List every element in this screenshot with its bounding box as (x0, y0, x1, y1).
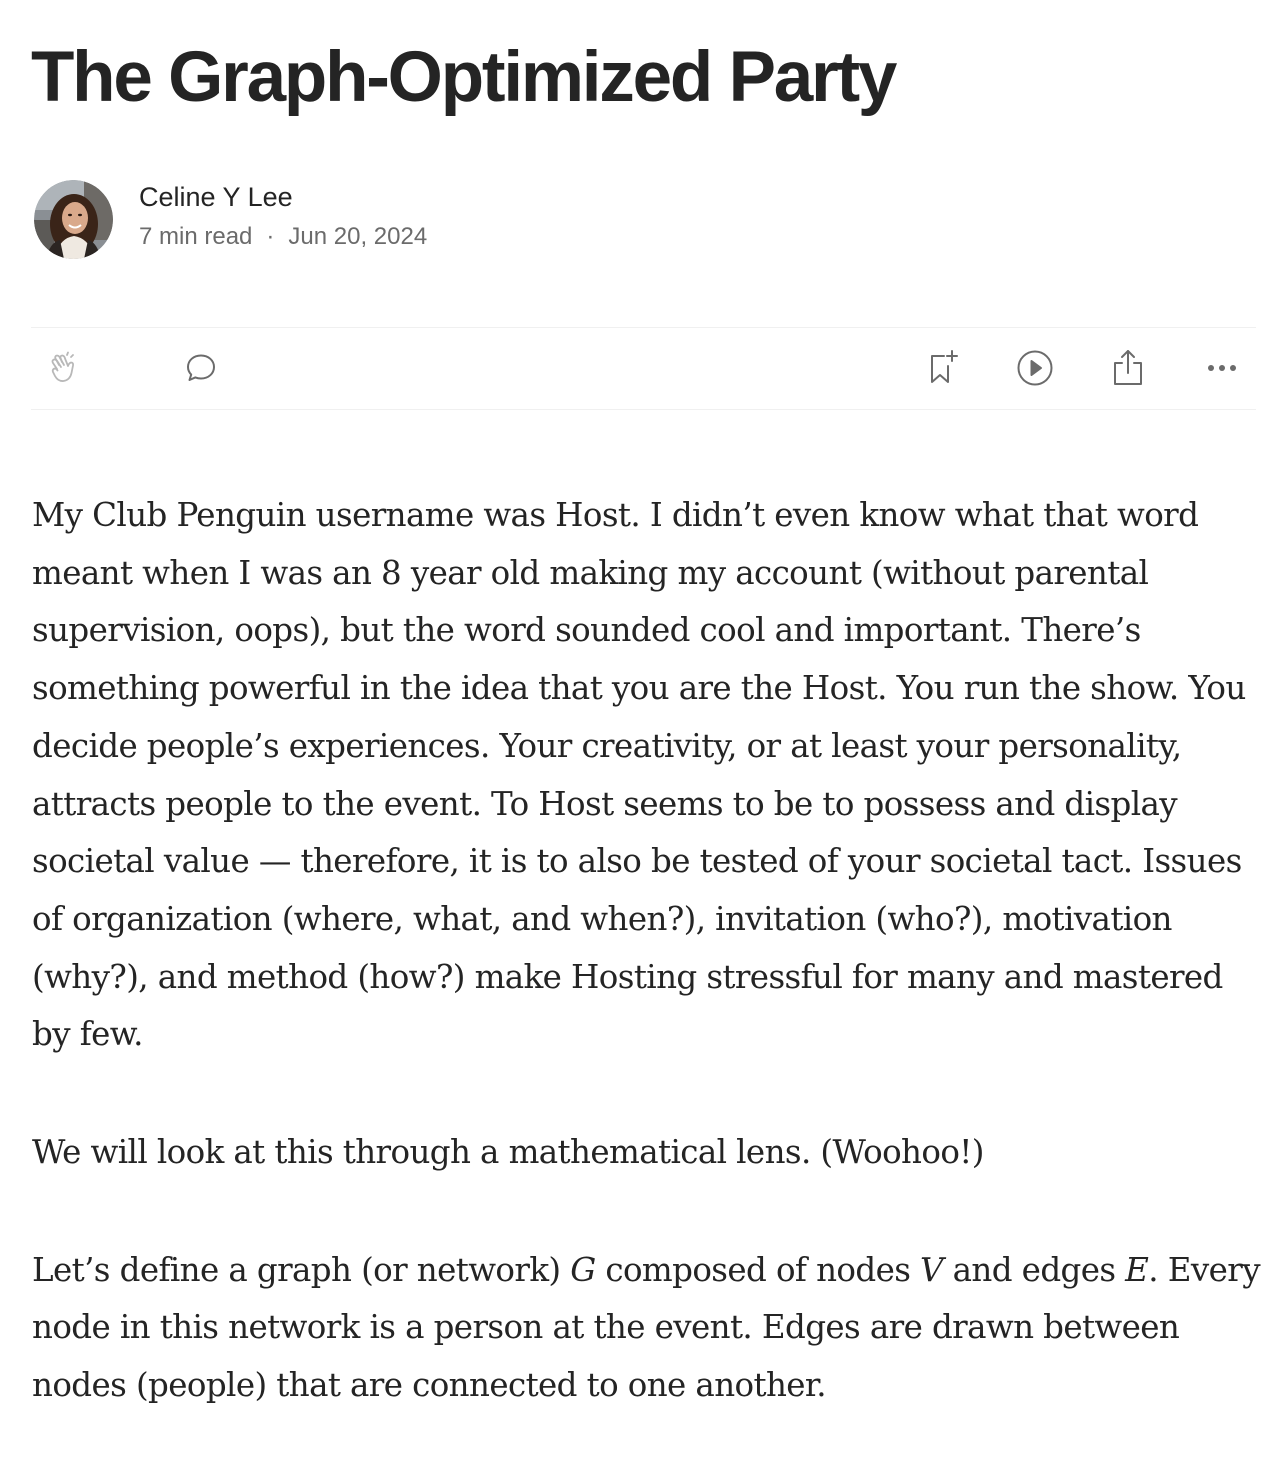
author-avatar[interactable] (34, 180, 113, 259)
clap-icon[interactable] (45, 348, 85, 388)
math-var-v: V (920, 1250, 943, 1289)
comment-icon[interactable] (181, 348, 221, 388)
avatar-portrait (34, 180, 113, 259)
author-name[interactable]: Celine Y Lee (139, 184, 427, 211)
article-meta: 7 min read · Jun 20, 2024 (139, 225, 427, 249)
article-page: The Graph-Optimized Party Celine Y Lee 7… (0, 0, 1282, 1440)
math-var-e: E (1125, 1250, 1149, 1289)
article-title: The Graph-Optimized Party (31, 38, 897, 117)
more-icon[interactable] (1202, 348, 1242, 388)
article-action-bar (31, 327, 1256, 410)
paragraph-3-text-a: Let’s define a graph (or network) (32, 1250, 571, 1289)
meta-separator: · (266, 223, 275, 250)
byline-text: Celine Y Lee 7 min read · Jun 20, 2024 (139, 184, 427, 249)
paragraph-3-text-c: and edges (942, 1250, 1126, 1289)
math-var-g: G (570, 1250, 596, 1289)
article-body: My Club Penguin username was Host. I did… (32, 487, 1262, 1475)
paragraph-3: Let’s define a graph (or network) G comp… (32, 1242, 1262, 1415)
bookmark-add-icon[interactable] (922, 348, 962, 388)
share-icon[interactable] (1108, 348, 1148, 388)
paragraph-3-text-b: composed of nodes (595, 1250, 921, 1289)
publish-date: Jun 20, 2024 (288, 223, 428, 250)
paragraph-1: My Club Penguin username was Host. I did… (32, 496, 1246, 1054)
read-time: 7 min read (139, 223, 253, 250)
play-icon[interactable] (1015, 348, 1055, 388)
byline: Celine Y Lee 7 min read · Jun 20, 2024 (34, 180, 427, 259)
paragraph-2: We will look at this through a mathemati… (32, 1133, 984, 1172)
